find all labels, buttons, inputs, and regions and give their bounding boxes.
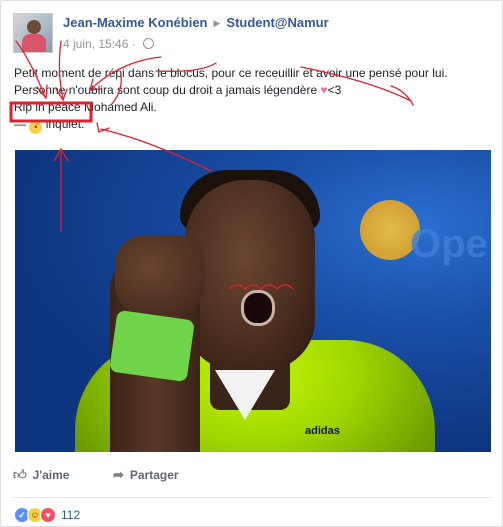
- action-bar: 👍︎ J'aime ➦ Partager: [13, 467, 493, 489]
- dot-separator: ·: [128, 37, 140, 51]
- post-text-line-2-suffix: <3: [327, 83, 342, 97]
- love-reaction-icon: ♥: [40, 507, 56, 523]
- feeling-text: inquiet.: [45, 117, 85, 131]
- post-header: Jean-Maxime Konébien ▶ Student@Namur 4 jui…: [13, 13, 493, 55]
- reaction-summary[interactable]: ✓ ☺ ♥ 112: [14, 506, 80, 524]
- photo-background-text: Ope: [410, 222, 488, 266]
- feeling-line: — •̆ inquiet.: [14, 116, 494, 134]
- highlighted-phrase: Rip in peace: [14, 100, 81, 114]
- avatar-shirt: [22, 34, 46, 52]
- player-fist: [115, 235, 205, 315]
- share-button[interactable]: ➦ Partager: [113, 467, 179, 483]
- like-button[interactable]: 👍︎ J'aime: [13, 467, 69, 483]
- worried-face-icon: •̆: [29, 121, 43, 134]
- post-text-line-3: Rip in peace Mohamed Ali.: [14, 99, 494, 116]
- heart-emoji-icon: ♥: [320, 83, 328, 97]
- triangle-right-icon: ▶: [213, 18, 221, 28]
- author-avatar[interactable]: [13, 13, 53, 53]
- globe-icon[interactable]: [143, 38, 155, 49]
- share-arrow-icon: ➦: [113, 467, 124, 482]
- action-divider: [13, 497, 491, 498]
- group-name-link[interactable]: Student@Namur: [226, 15, 328, 30]
- author-name-link[interactable]: Jean-Maxime Konébien: [63, 15, 208, 30]
- share-label: Partager: [129, 468, 179, 482]
- avatar-head: [27, 20, 41, 34]
- post-text: Petit moment de répi dans le blocus, pou…: [14, 65, 494, 134]
- post-text-line-1: Petit moment de répi dans le blocus, pou…: [14, 66, 448, 80]
- post-card: Jean-Maxime Konébien ▶ Student@Namur 4 jui…: [0, 0, 503, 527]
- reaction-count[interactable]: 112: [61, 508, 80, 522]
- post-text-line-2-body: Personne n'oublira sont coup du droit a …: [14, 83, 318, 97]
- post-title-line: Jean-Maxime Konébien ▶ Student@Namur: [63, 15, 329, 30]
- post-timestamp[interactable]: 4 juin, 15:46: [63, 37, 128, 51]
- post-meta: 4 juin, 15:46 ·: [63, 37, 155, 51]
- player-wristband: [109, 309, 195, 383]
- feeling-dash: —: [14, 117, 26, 131]
- post-photo[interactable]: Ope adidas: [15, 150, 491, 452]
- post-text-line-3-rest: Mohamed Ali.: [80, 100, 157, 114]
- thumbs-up-icon: 👍︎: [13, 467, 27, 482]
- shirt-logo-text: adidas: [305, 425, 340, 437]
- post-text-line-2: Personne n'oublira sont coup du droit a …: [14, 82, 494, 99]
- player-mouth: [241, 290, 275, 326]
- like-label: J'aime: [32, 468, 70, 482]
